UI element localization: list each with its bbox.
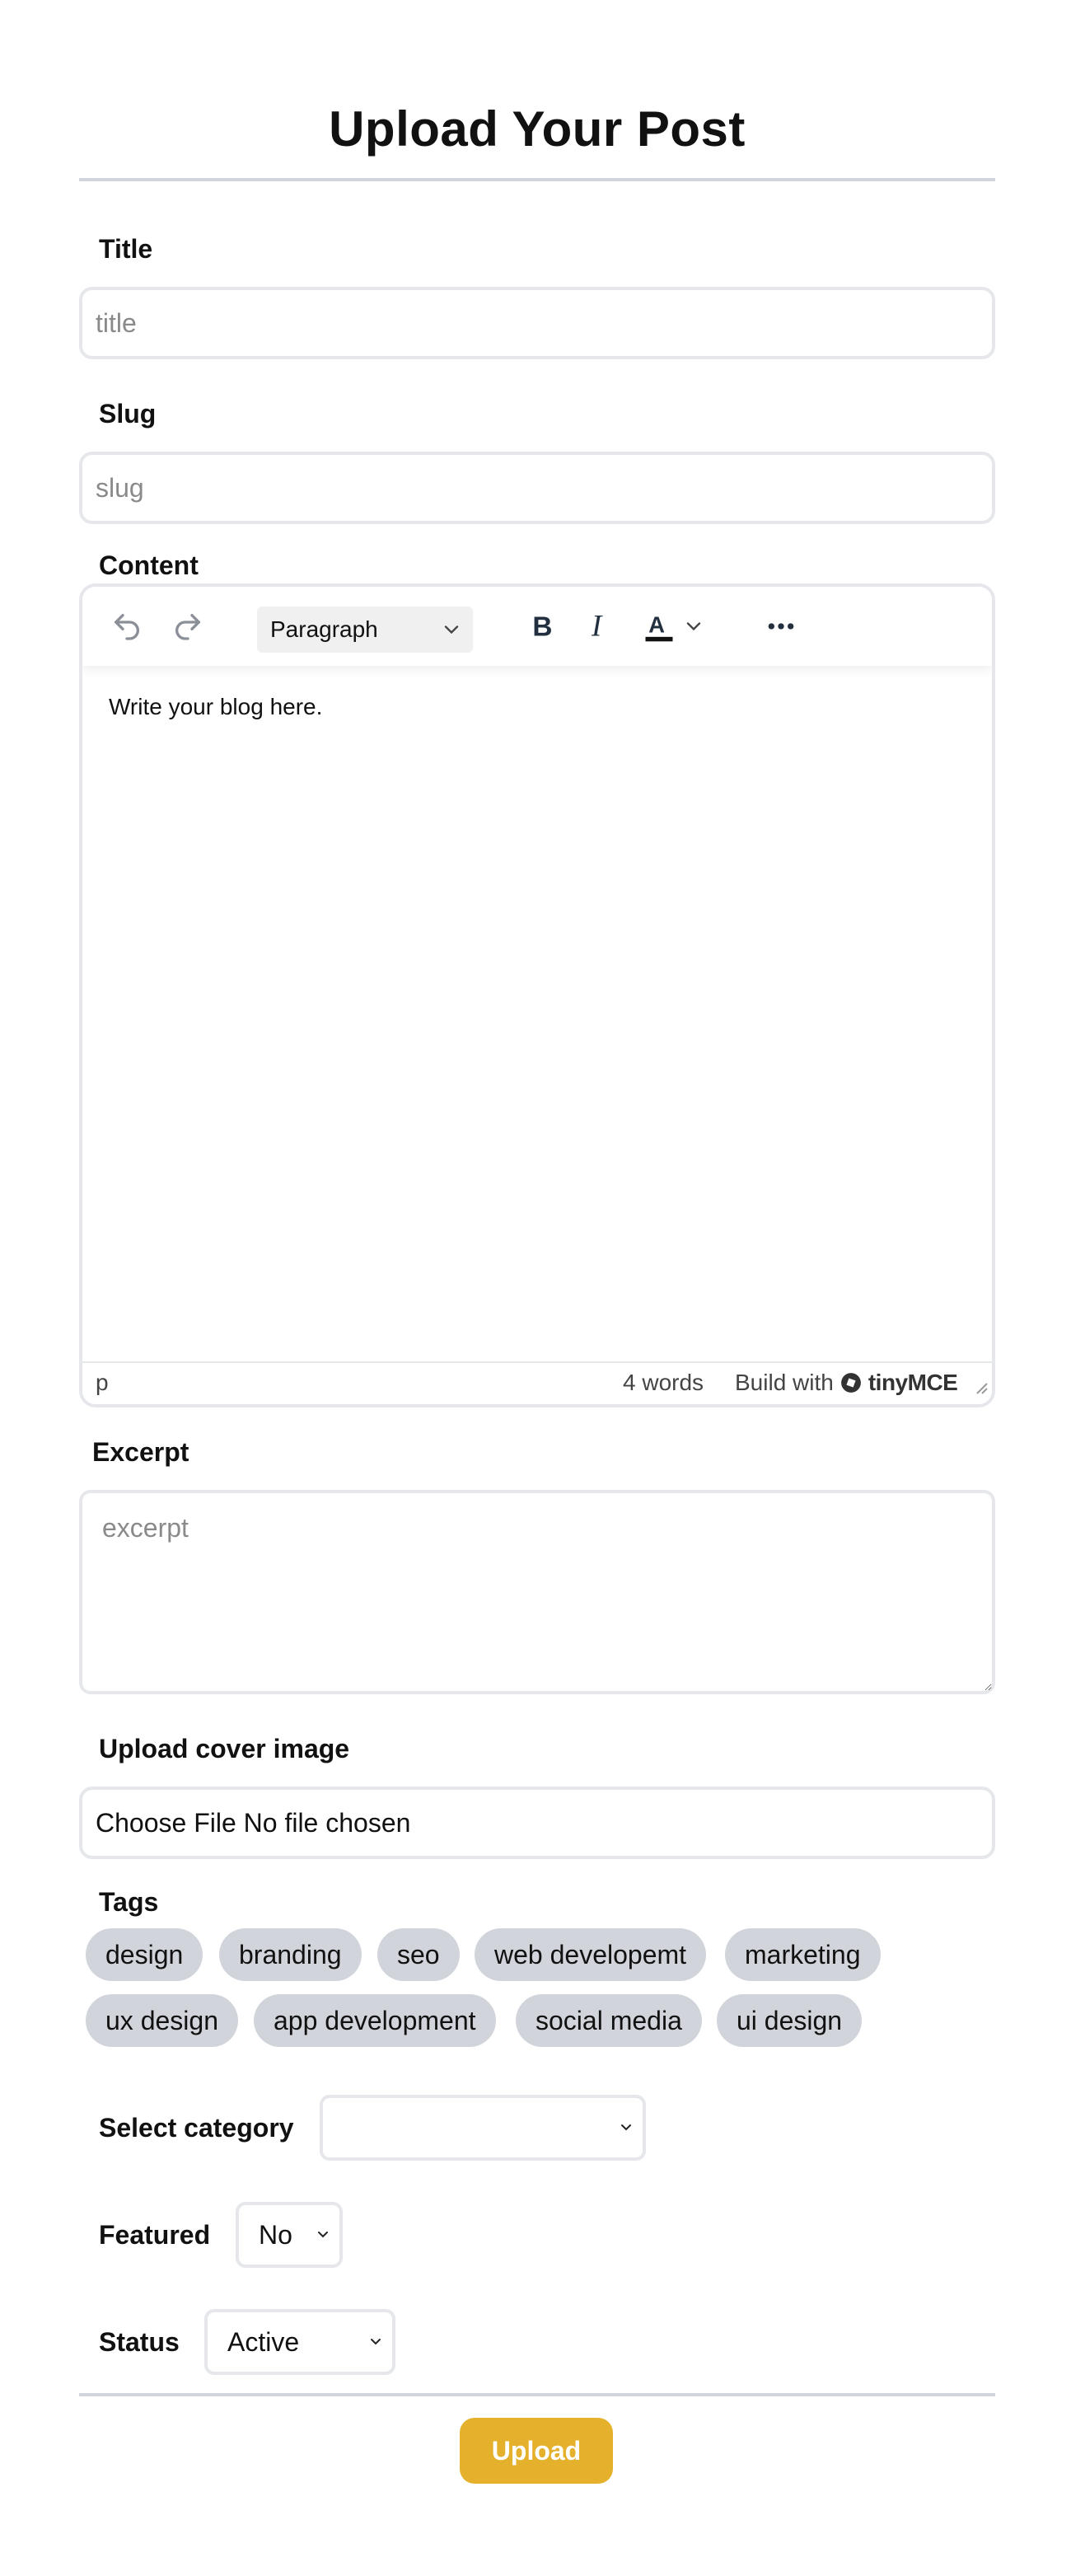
bold-icon[interactable]: B (519, 603, 565, 649)
status-label: Status (99, 2327, 180, 2357)
page-title: Upload Your Post (329, 101, 746, 157)
block-format-value: Paragraph (270, 616, 378, 642)
status-select[interactable]: Active (204, 2309, 395, 2375)
tag-branding[interactable]: branding (219, 1928, 362, 1981)
category-label: Select category (99, 2113, 294, 2143)
chevron-down-icon (313, 2205, 333, 2285)
category-select[interactable] (320, 2095, 646, 2161)
content-label: Content (99, 550, 199, 580)
element-path[interactable]: p (96, 1370, 109, 1396)
chevron-down-icon (366, 2312, 386, 2392)
upload-button[interactable]: Upload (460, 2418, 613, 2484)
tag-app-development[interactable]: app development (254, 1994, 496, 2047)
featured-select-value: No (259, 2220, 292, 2250)
cover-image-label: Upload cover image (99, 1734, 350, 1763)
tag-ui-design[interactable]: ui design (717, 1994, 863, 2047)
block-format-select[interactable]: Paragraph (257, 607, 473, 653)
svg-text:I: I (591, 610, 603, 643)
italic-icon[interactable]: I (577, 603, 623, 649)
featured-label: Featured (99, 2220, 211, 2250)
slug-label: Slug (99, 399, 157, 429)
tag-web-developemt[interactable]: web developemt (475, 1928, 707, 1981)
svg-text:B: B (532, 612, 552, 643)
chevron-down-icon (616, 2098, 636, 2178)
title-divider (79, 178, 995, 181)
rich-text-editor[interactable]: Paragraph B I A Write your blog here. p … (79, 583, 995, 1407)
editor-content[interactable]: Write your blog here. (109, 694, 322, 720)
redo-icon[interactable] (165, 603, 211, 649)
featured-select[interactable]: No (236, 2202, 343, 2268)
tags-label: Tags (99, 1887, 159, 1917)
excerpt-textarea[interactable] (79, 1490, 995, 1694)
editor-toolbar: Paragraph B I A (82, 587, 992, 666)
tinymce-branding[interactable]: Build with tinyMCE (735, 1370, 958, 1396)
cover-image-file-input[interactable]: Choose File No file chosen (79, 1787, 995, 1859)
build-with-text: Build with (735, 1370, 834, 1395)
excerpt-label: Excerpt (92, 1437, 189, 1467)
chevron-down-icon (440, 607, 463, 668)
word-count[interactable]: 4 words (623, 1370, 704, 1396)
tag-design[interactable]: design (86, 1928, 203, 1981)
title-label: Title (99, 234, 153, 264)
title-input[interactable] (79, 287, 995, 359)
slug-input[interactable] (79, 452, 995, 524)
tag-marketing[interactable]: marketing (725, 1928, 881, 1981)
text-color-dropdown-icon[interactable] (677, 603, 710, 649)
tag-ux-design[interactable]: ux design (86, 1994, 238, 2047)
tinymce-brand: tinyMCE (868, 1370, 958, 1395)
tinymce-logo-icon (840, 1373, 861, 1393)
form-bottom-divider (79, 2393, 995, 2396)
text-color-icon[interactable]: A (636, 603, 682, 649)
svg-text:A: A (648, 611, 665, 637)
editor-statusbar: p 4 words Build with tinyMCE (82, 1361, 992, 1404)
more-icon[interactable] (758, 603, 804, 649)
tag-social-media[interactable]: social media (516, 1994, 702, 2047)
status-select-value: Active (227, 2327, 300, 2357)
tag-seo[interactable]: seo (377, 1928, 460, 1981)
resize-handle-icon[interactable] (972, 1375, 989, 1401)
undo-icon[interactable] (104, 603, 150, 649)
